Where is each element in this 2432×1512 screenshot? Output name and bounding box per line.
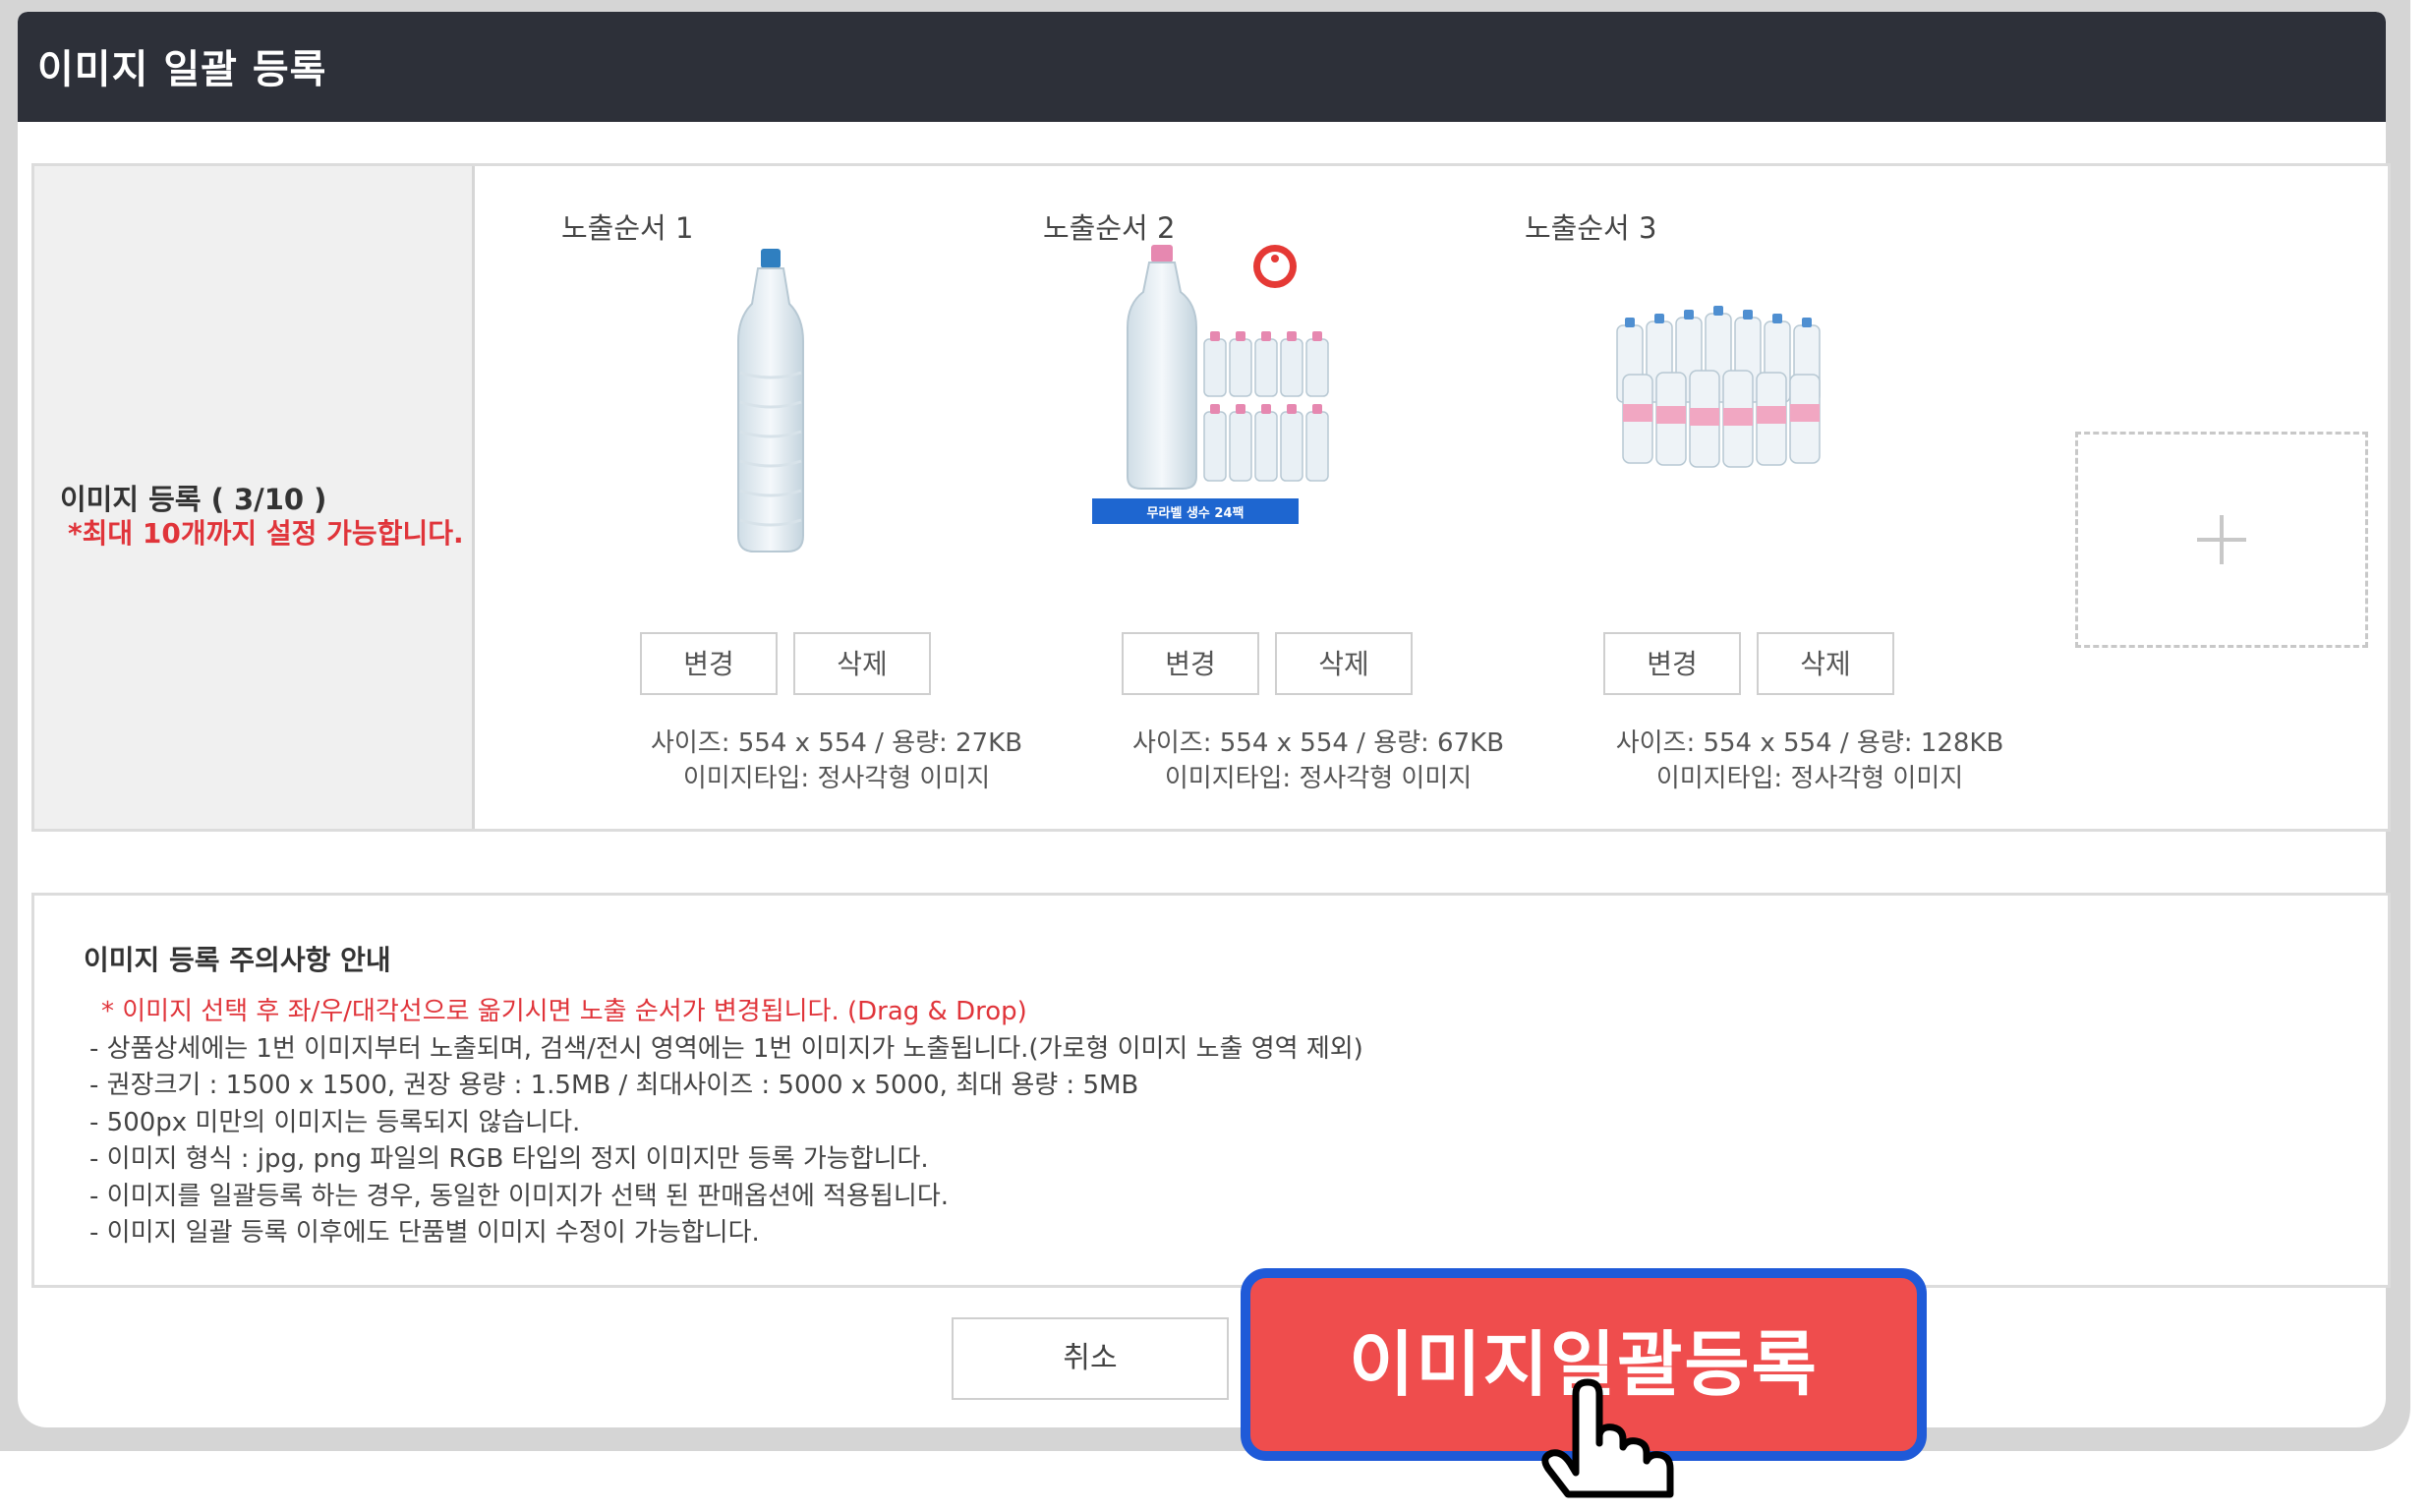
plus-icon <box>2197 515 2246 564</box>
change-button[interactable]: 변경 <box>1603 632 1741 695</box>
notice-line: - 500px 미만의 이미지는 등록되지 않습니다. <box>89 1107 581 1137</box>
change-button[interactable]: 변경 <box>1122 632 1259 695</box>
image-size-text: 사이즈: 554 x 554 / 용량: 67KB <box>1131 728 1505 758</box>
banner-text: 무라벨 생수 24팩 <box>1147 505 1245 521</box>
register-label-cell: 이미지 등록 ( 3/10 ) *최대 10개까지 설정 가능합니다. <box>34 166 475 829</box>
notice-title: 이미지 등록 주의사항 안내 <box>84 944 391 976</box>
image-type-text: 이미지타입: 정사각형 이미지 <box>682 764 991 793</box>
slot-title: 노출순서 1 <box>561 211 694 245</box>
modal-title: 이미지 일괄 등록 <box>37 47 327 92</box>
hand-pointer-icon <box>1541 1378 1674 1498</box>
notice-line: - 이미지를 일괄등록 하는 경우, 동일한 이미지가 선택 된 판매옵션에 적… <box>89 1181 949 1211</box>
delete-button[interactable]: 삭제 <box>793 632 931 695</box>
product-image-water-bundle <box>1616 306 1821 468</box>
product-image-water-bottle <box>737 249 804 552</box>
delete-button[interactable]: 삭제 <box>1757 632 1894 695</box>
notice-line: - 이미지 일괄 등록 이후에도 단품별 이미지 수정이 가능합니다. <box>89 1218 760 1248</box>
image-register-table: 이미지 등록 ( 3/10 ) *최대 10개까지 설정 가능합니다. 노출순서… <box>31 163 2391 832</box>
notice-highlight: * 이미지 선택 후 좌/우/대각선으로 옮기시면 노출 순서가 변경됩니다. … <box>101 997 1027 1026</box>
image-type-text: 이미지타입: 정사각형 이미지 <box>1655 764 1964 793</box>
delete-button[interactable]: 삭제 <box>1275 632 1413 695</box>
cancel-button[interactable]: 취소 <box>952 1317 1229 1400</box>
add-image-slot[interactable] <box>2075 432 2368 648</box>
image-slot-1[interactable]: 노출순서 1 변경 삭제 사이즈: 554 x 554 / 용량: 27KB 이 <box>561 166 1022 829</box>
slot-title: 노출순서 3 <box>1525 211 1657 245</box>
slot-title: 노출순서 2 <box>1043 211 1176 245</box>
image-size-text: 사이즈: 554 x 554 / 용량: 128KB <box>1615 728 2004 758</box>
product-image-water-24pack: 무라벨 생수 24팩 <box>1092 245 1329 524</box>
register-limit-note: *최대 10개까지 설정 가능합니다. <box>68 517 464 550</box>
notice-lines: * 이미지 선택 후 좌/우/대각선으로 옮기시면 노출 순서가 변경됩니다. … <box>89 994 1363 1252</box>
image-slot-2[interactable]: 노출순서 2 무라벨 생수 24팩 변경 삭제 사이즈: 554 x 554 /… <box>1043 166 1504 829</box>
notice-box: 이미지 등록 주의사항 안내 * 이미지 선택 후 좌/우/대각선으로 옮기시면… <box>31 893 2391 1288</box>
modal-header: 이미지 일괄 등록 <box>18 12 2386 122</box>
notice-line: - 권장크기 : 1500 x 1500, 권장 용량 : 1.5MB / 최대… <box>89 1071 1139 1100</box>
notice-line: - 상품상세에는 1번 이미지부터 노출되며, 검색/전시 영역에는 1번 이미… <box>89 1033 1363 1064</box>
image-type-text: 이미지타입: 정사각형 이미지 <box>1164 764 1473 793</box>
notice-line: - 이미지 형식 : jpg, png 파일의 RGB 타입의 정지 이미지만 … <box>89 1144 929 1174</box>
image-slot-3[interactable]: 노출순서 3 변경 삭제 사이즈: 554 x 554 / 용량: 128KB … <box>1525 166 2003 829</box>
image-size-text: 사이즈: 554 x 554 / 용량: 27KB <box>650 728 1023 758</box>
change-button[interactable]: 변경 <box>640 632 778 695</box>
